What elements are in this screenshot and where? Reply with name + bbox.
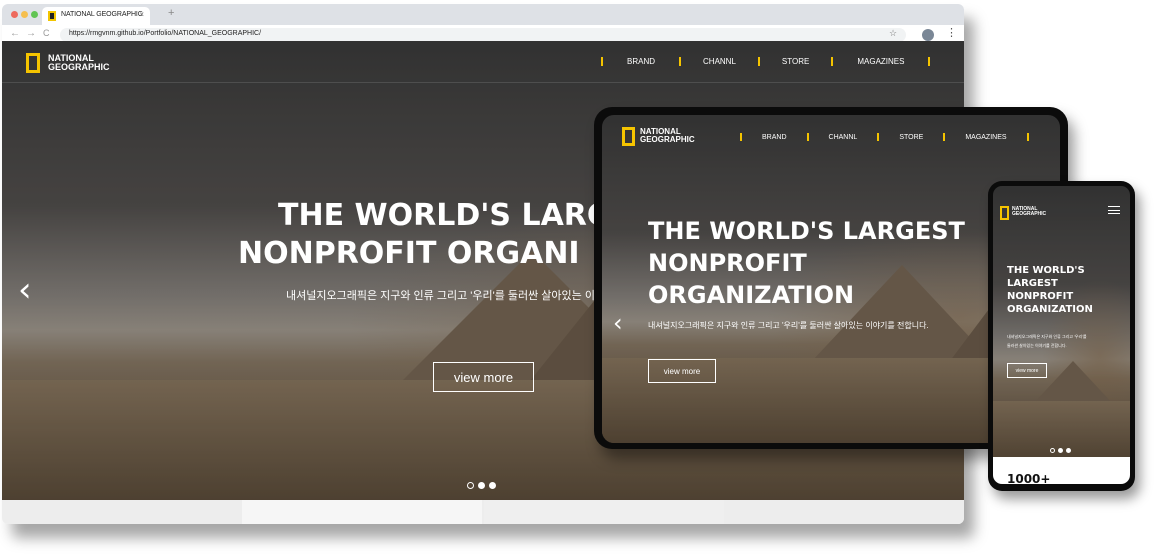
nav-brand[interactable]: BRAND — [627, 57, 655, 66]
hero-title: THE WORLD'S LARGEST NONPROFIT ORGANIZATI… — [648, 217, 965, 309]
hero-subtitle: 내셔널지오그래픽은 지구와 인류 그리고 '우리'를 둘러싼 살아있는 이야기를… — [648, 321, 929, 330]
hero-subtitle: 내셔널지오그래픽은 지구와 인류 그리고 '우리'를 둘러싼 살아있는 이야기를… — [1007, 334, 1087, 348]
yellow-frame-logo-icon[interactable] — [1000, 206, 1009, 220]
nav-store[interactable]: STORE — [782, 57, 809, 66]
close-window-dot[interactable] — [11, 11, 18, 18]
slide-pagination — [467, 482, 496, 489]
back-icon[interactable]: ← — [10, 28, 20, 39]
view-more-button[interactable]: view more — [433, 362, 534, 392]
main-nav: BRAND CHANNL STORE MAGAZINES — [601, 55, 931, 67]
hero-title: THE WORLD'S LARGEST NONPROFIT ORGANIZATI… — [1007, 265, 1093, 315]
browser-menu-icon[interactable]: ⋮ — [946, 26, 957, 39]
url-field[interactable]: https://rmgvnm.github.io/Portfolio/NATIO… — [60, 28, 906, 42]
site-header: NATIONAL GEOGRAPHIC BRAND CHANNL STORE M… — [2, 41, 964, 83]
pagination-dot[interactable] — [1058, 448, 1063, 453]
maximize-window-dot[interactable] — [31, 11, 38, 18]
yellow-frame-logo-icon[interactable] — [622, 127, 635, 146]
site-logo[interactable]: NATIONAL GEOGRAPHIC — [48, 54, 110, 72]
view-more-button[interactable]: view more — [648, 359, 716, 383]
minimize-window-dot[interactable] — [21, 11, 28, 18]
main-nav: BRAND CHANNL STORE MAGAZINES — [740, 132, 1029, 142]
tab-title: NATIONAL GEOGRAPHIC — [61, 11, 143, 18]
yellow-frame-logo-icon[interactable] — [26, 53, 40, 73]
browser-tab[interactable]: NATIONAL GEOGRAPHIC × — [42, 7, 150, 25]
nav-store[interactable]: STORE — [899, 134, 923, 141]
site-logo[interactable]: NATIONAL GEOGRAPHIC — [640, 128, 695, 144]
new-tab-button[interactable]: + — [168, 7, 174, 19]
phone-hero: NATIONAL GEOGRAPHIC THE WORLD'S LARGEST … — [993, 186, 1130, 461]
prev-slide-arrow[interactable]: ‹ — [613, 311, 623, 335]
close-tab-icon[interactable]: × — [139, 10, 144, 19]
profile-avatar[interactable] — [922, 29, 934, 41]
pagination-dot[interactable] — [489, 482, 496, 489]
hero-subtitle: 내셔널지오그래픽은 지구와 인류 그리고 '우리'를 둘러싼 살아있는 이 — [286, 290, 595, 302]
nav-channl[interactable]: CHANNL — [829, 134, 858, 141]
nav-channl[interactable]: CHANNL — [703, 57, 736, 66]
nav-magazines[interactable]: MAGAZINES — [857, 57, 904, 66]
hamburger-menu-icon[interactable] — [1108, 206, 1120, 214]
url-text: https://rmgvnm.github.io/Portfolio/NATIO… — [69, 30, 262, 37]
site-logo[interactable]: NATIONAL GEOGRAPHIC — [1012, 207, 1046, 217]
stats-section: 1000+ — [993, 457, 1130, 486]
pagination-dot[interactable] — [478, 482, 485, 489]
phone-mockup: NATIONAL GEOGRAPHIC THE WORLD'S LARGEST … — [988, 181, 1135, 491]
view-more-button[interactable]: view more — [1007, 363, 1047, 378]
hero-title-line2: NONPROFIT ORGANI — [238, 236, 580, 271]
bookmark-star-icon[interactable]: ☆ — [889, 28, 897, 39]
pagination-dot[interactable] — [1066, 448, 1071, 453]
pagination-dot[interactable] — [1050, 448, 1055, 453]
browser-tab-bar: NATIONAL GEOGRAPHIC × + — [2, 4, 964, 25]
content-strip — [2, 500, 964, 524]
hero-title: THE WORLD'S LARG — [278, 198, 612, 233]
nav-magazines[interactable]: MAGAZINES — [965, 134, 1006, 141]
prev-slide-arrow[interactable]: ‹ — [18, 273, 32, 307]
favicon-icon — [48, 11, 56, 21]
forward-icon[interactable]: → — [26, 28, 36, 39]
pagination-dot[interactable] — [467, 482, 474, 489]
slide-pagination — [1050, 448, 1071, 453]
nav-brand[interactable]: BRAND — [762, 134, 787, 141]
stat-number: 1000+ — [1007, 472, 1051, 486]
reload-icon[interactable]: C — [43, 28, 50, 38]
